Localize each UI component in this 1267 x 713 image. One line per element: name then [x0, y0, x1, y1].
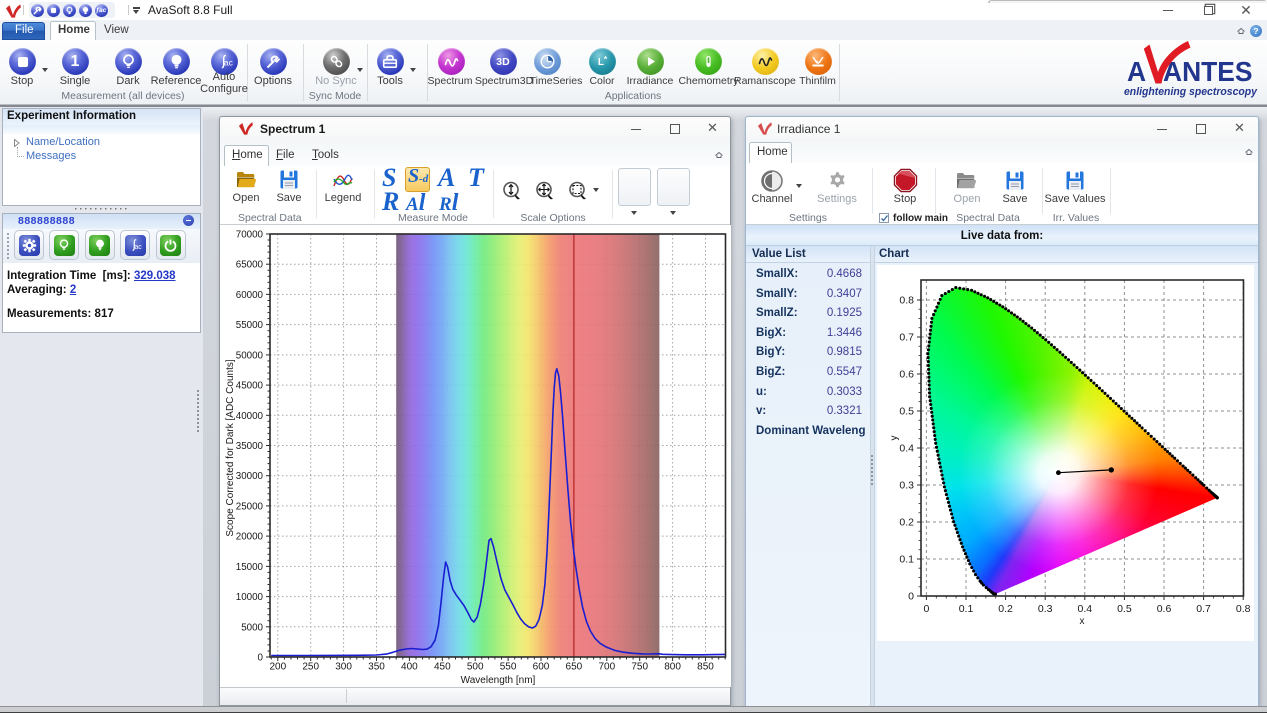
svg-text:200: 200: [269, 662, 286, 673]
svg-text:0: 0: [258, 653, 264, 664]
svg-text:350: 350: [368, 662, 385, 673]
svg-text:10000: 10000: [236, 592, 264, 603]
svg-text:Wavelength [nm]: Wavelength [nm]: [461, 675, 536, 686]
svg-text:300: 300: [335, 662, 352, 673]
svg-text:20000: 20000: [236, 532, 264, 543]
svg-text:0.8: 0.8: [1236, 603, 1251, 615]
svg-text:0.6: 0.6: [899, 369, 914, 381]
svg-text:0.2: 0.2: [899, 517, 914, 529]
svg-text:550: 550: [500, 662, 517, 673]
svg-text:5000: 5000: [241, 622, 263, 633]
svg-text:0.4: 0.4: [899, 443, 914, 455]
svg-text:65000: 65000: [236, 260, 264, 271]
svg-text:700: 700: [598, 662, 615, 673]
svg-text:25000: 25000: [236, 501, 264, 512]
svg-text:0.4: 0.4: [1077, 603, 1092, 615]
svg-text:250: 250: [302, 662, 319, 673]
svg-text:ac: ac: [223, 57, 232, 67]
svg-text:40000: 40000: [236, 411, 264, 422]
svg-text:650: 650: [566, 662, 583, 673]
svg-text:60000: 60000: [236, 290, 264, 301]
svg-text:0.3: 0.3: [1038, 603, 1053, 615]
svg-text:0.1: 0.1: [899, 554, 914, 566]
svg-text:800: 800: [664, 662, 681, 673]
svg-text:850: 850: [697, 662, 714, 673]
svg-text:55000: 55000: [236, 320, 264, 331]
svg-text:45000: 45000: [236, 381, 264, 392]
svg-text:70000: 70000: [236, 230, 264, 241]
svg-text:0.1: 0.1: [959, 603, 974, 615]
svg-text:0.8: 0.8: [899, 295, 914, 307]
svg-text:Scope Corrected for Dark [ADC: Scope Corrected for Dark [ADC Counts]: [225, 359, 236, 537]
svg-text:x: x: [1080, 616, 1085, 627]
svg-text:0.2: 0.2: [998, 603, 1013, 615]
svg-text:600: 600: [533, 662, 550, 673]
svg-text:450: 450: [434, 662, 451, 673]
svg-text:0.5: 0.5: [899, 406, 914, 418]
svg-text:15000: 15000: [236, 562, 264, 573]
svg-text:500: 500: [467, 662, 484, 673]
svg-text:30000: 30000: [236, 471, 264, 482]
svg-text:750: 750: [631, 662, 648, 673]
svg-text:400: 400: [401, 662, 418, 673]
svg-text:35000: 35000: [236, 441, 264, 452]
svg-text:0.3: 0.3: [899, 480, 914, 492]
svg-text:0.6: 0.6: [1157, 603, 1172, 615]
svg-text:50000: 50000: [236, 350, 264, 361]
svg-text:ac: ac: [134, 244, 142, 251]
svg-text:0: 0: [923, 603, 929, 615]
svg-text:y: y: [889, 436, 900, 441]
svg-text:0.7: 0.7: [1196, 603, 1211, 615]
svg-text:0.7: 0.7: [899, 332, 914, 344]
svg-text:0: 0: [908, 591, 914, 603]
svg-text:0.5: 0.5: [1117, 603, 1132, 615]
